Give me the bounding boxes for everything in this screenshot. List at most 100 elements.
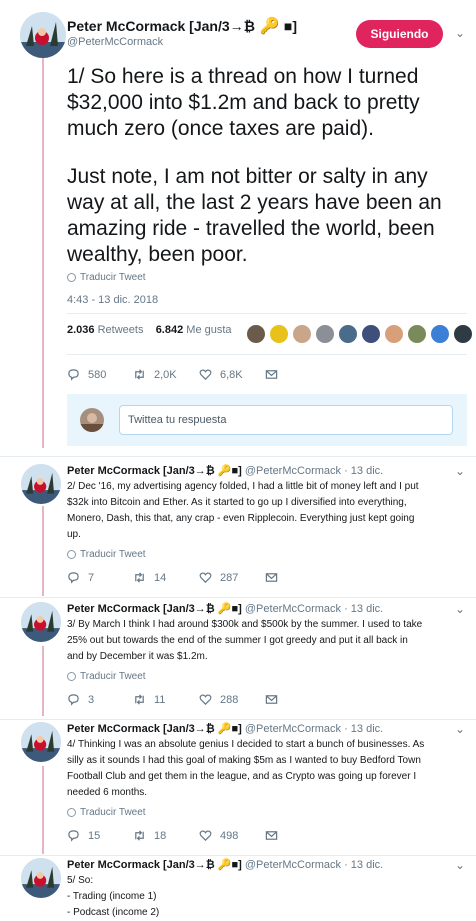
author-handle[interactable]: @PeterMcCormack [245,603,344,615]
liker-avatar[interactable] [292,324,312,344]
divider [0,456,476,457]
liker-avatar[interactable] [361,324,381,344]
thread-line [42,766,44,854]
retweets-count: 2.036 [67,324,95,336]
chevron-down-icon[interactable]: ⌄ [455,858,465,872]
likes-stat[interactable]: 6.842 Me gusta [156,324,232,336]
author-avatar[interactable] [21,858,61,898]
retweet-button[interactable]: 2,0K [133,368,199,381]
direct-message-button[interactable] [265,368,278,381]
author-name-tail[interactable]: ■] [232,465,245,477]
author-name-tail[interactable]: ■] [232,603,245,615]
key-icon: 🔑 [214,859,232,871]
author-name[interactable]: Peter McCormack [Jan/3→₿ [67,603,215,615]
liker-avatar[interactable] [407,324,427,344]
divider [67,313,467,314]
like-button[interactable]: 287 [199,571,265,584]
reply-input[interactable]: Twittea tu respuesta [119,405,453,435]
like-count: 498 [220,829,239,842]
translate-tweet-link[interactable]: Traducir Tweet [67,807,146,818]
reply-button[interactable]: 3 [67,693,133,706]
liker-avatar[interactable] [338,324,358,344]
author-handle[interactable]: @PeterMcCormack [245,465,344,477]
retweets-stat[interactable]: 2.036 Retweets [67,324,143,336]
liker-avatar[interactable] [269,324,289,344]
liker-avatar[interactable] [453,324,473,344]
direct-message-button[interactable] [265,571,278,584]
liker-avatar[interactable] [246,324,266,344]
retweet-icon [135,369,144,380]
author-handle[interactable]: @PeterMcCormack [245,723,344,735]
heart-icon [199,830,212,841]
retweet-icon [135,572,144,583]
author-handle[interactable]: @PeterMcCormack [67,36,163,48]
key-icon: 🔑 [214,723,232,735]
reply-count: 15 [88,829,101,842]
author-name[interactable]: Peter McCormack [Jan/3→₿ 🔑 ■] [67,16,297,36]
tweet-date[interactable]: · 13 dic. [344,603,383,615]
reply-button[interactable]: 15 [67,829,133,842]
divider [0,597,476,598]
retweet-button[interactable]: 14 [133,571,199,584]
chevron-down-icon[interactable]: ⌄ [455,602,465,616]
tweet-text: 1/ So here is a thread on how I turned $… [67,64,457,290]
key-icon: 🔑 [214,603,232,615]
reply-button[interactable]: 580 [67,368,133,381]
direct-message-button[interactable] [265,829,278,842]
translate-label: Traducir Tweet [80,272,146,283]
author-avatar[interactable] [21,464,61,504]
current-user-avatar [80,408,104,432]
reply-header: Peter McCormack [Jan/3→₿ 🔑■] @PeterMcCor… [67,858,383,871]
reply-header: Peter McCormack [Jan/3→₿ 🔑■] @PeterMcCor… [67,722,383,735]
tweet-date[interactable]: · 13 dic. [344,465,383,477]
globe-icon [67,550,76,559]
liker-avatar[interactable] [430,324,450,344]
author-handle[interactable]: @PeterMcCormack [245,859,344,871]
translate-tweet-link[interactable]: Traducir Tweet [67,671,146,682]
reply-icon [68,572,79,584]
reply-icon [68,369,79,381]
tweet-text-line: Monero, Dash, this that, any crap - even… [67,513,415,524]
author-avatar[interactable] [20,12,66,58]
tweet-date[interactable]: · 13 dic. [344,859,383,871]
divider [0,719,476,720]
heart-icon [199,572,212,583]
key-icon: 🔑 [259,18,280,35]
reply-count: 7 [88,571,95,584]
chevron-down-icon[interactable]: ⌄ [455,722,465,736]
chevron-down-icon[interactable]: ⌄ [455,26,465,40]
chevron-down-icon[interactable]: ⌄ [455,464,465,478]
main-tweet-actions: 580 2,0K 6,8K [67,368,278,381]
author-name[interactable]: Peter McCormack [Jan/3→₿ [67,465,215,477]
like-button[interactable]: 288 [199,693,265,706]
like-count: 287 [220,571,239,584]
direct-message-button[interactable] [265,693,278,706]
tweet-timestamp[interactable]: 4:43 - 13 dic. 2018 [67,294,158,306]
following-button[interactable]: Siguiendo [356,20,443,48]
author-name[interactable]: Peter McCormack [Jan/3→₿ [67,859,215,871]
author-name[interactable]: Peter McCormack [Jan/3→₿ [67,723,215,735]
reply-button[interactable]: 7 [67,571,133,584]
tweet-text: 2/ Dec '16, my advertising agency folded… [67,479,457,543]
tweet-date[interactable]: · 13 dic. [344,723,383,735]
liker-avatar[interactable] [384,324,404,344]
author-name-tail[interactable]: ■] [232,859,245,871]
retweet-button[interactable]: 11 [133,693,199,706]
translate-tweet-link[interactable]: Traducir Tweet [67,272,146,283]
reply-header: Peter McCormack [Jan/3→₿ 🔑■] @PeterMcCor… [67,464,383,477]
author-avatar[interactable] [21,722,61,762]
author-name-tail[interactable]: ■] [232,723,245,735]
tweet-text-line: and by December it was $1.2m. [67,651,208,662]
tweet-text-line: up. [67,529,81,540]
reply-composer: Twittea tu respuesta [67,394,467,446]
retweet-button[interactable]: 18 [133,829,199,842]
tweet-actions: 15 18 498 [67,829,278,842]
like-button[interactable]: 498 [199,829,265,842]
tweet-text-line: 5/ So: [67,875,94,886]
translate-tweet-link[interactable]: Traducir Tweet [67,549,146,560]
like-button[interactable]: 6,8K [199,368,265,381]
tweet-text-line: silly as it sounds I had this goal of ma… [67,755,421,766]
author-avatar[interactable] [21,602,61,642]
globe-icon [67,672,76,681]
liker-avatar[interactable] [315,324,335,344]
